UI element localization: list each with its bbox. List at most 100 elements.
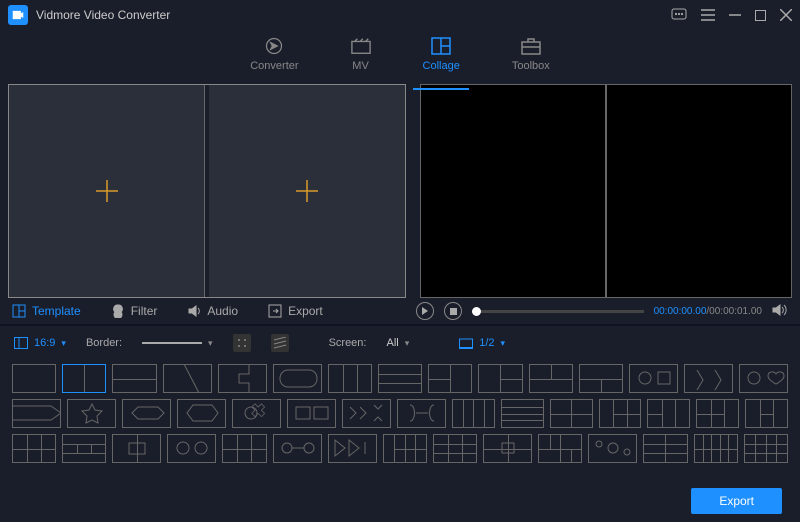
template-item[interactable] xyxy=(647,399,690,428)
option-label: Template xyxy=(32,304,81,318)
template-item[interactable] xyxy=(694,434,738,463)
border-width-select[interactable]: ▾ xyxy=(142,338,213,349)
tab-toolbox[interactable]: Toolbox xyxy=(512,36,550,72)
template-item[interactable] xyxy=(12,434,56,463)
add-media-slot-1[interactable] xyxy=(9,85,205,297)
template-item[interactable] xyxy=(433,434,477,463)
template-item[interactable] xyxy=(232,399,281,428)
template-item[interactable] xyxy=(579,364,623,393)
chevron-down-icon: ▾ xyxy=(501,338,506,349)
template-item[interactable] xyxy=(629,364,678,393)
chevron-down-icon: ▾ xyxy=(405,338,410,349)
template-item[interactable] xyxy=(478,364,522,393)
template-item[interactable] xyxy=(744,434,788,463)
template-item[interactable] xyxy=(112,364,156,393)
border-label: Border: xyxy=(86,337,122,349)
template-item[interactable] xyxy=(529,364,573,393)
template-item[interactable] xyxy=(62,434,106,463)
template-item[interactable] xyxy=(287,399,336,428)
template-item[interactable] xyxy=(62,364,106,393)
template-item[interactable] xyxy=(599,399,642,428)
aspect-ratio-select[interactable]: 16:9 ▾ xyxy=(14,337,66,349)
template-item[interactable] xyxy=(643,434,687,463)
page-select[interactable]: 1/2 ▾ xyxy=(459,337,505,349)
template-item[interactable] xyxy=(67,399,116,428)
template-item[interactable] xyxy=(745,399,788,428)
screen-value: All xyxy=(386,337,398,349)
toolbox-icon xyxy=(521,36,541,56)
template-item[interactable] xyxy=(328,434,377,463)
template-item[interactable] xyxy=(550,399,593,428)
template-item[interactable] xyxy=(428,364,472,393)
border-color-button[interactable] xyxy=(233,334,251,352)
template-item[interactable] xyxy=(163,364,212,393)
template-item[interactable] xyxy=(483,434,532,463)
template-row xyxy=(12,364,788,393)
option-tab-audio[interactable]: Audio xyxy=(187,304,238,318)
tab-mv[interactable]: MV xyxy=(351,36,371,72)
option-tabs: Template Filter Audio Export 00:00:00.00… xyxy=(0,298,800,326)
time-current: 00:00:00.00 xyxy=(654,306,707,317)
template-item[interactable] xyxy=(538,434,582,463)
tab-collage[interactable]: Collage xyxy=(423,36,460,72)
template-item[interactable] xyxy=(739,364,788,393)
template-item[interactable] xyxy=(588,434,637,463)
template-item[interactable] xyxy=(328,364,372,393)
template-row xyxy=(12,399,788,428)
stop-button[interactable] xyxy=(444,302,462,320)
option-label: Filter xyxy=(131,304,158,318)
template-item[interactable] xyxy=(12,364,56,393)
tab-label: Converter xyxy=(250,60,298,72)
template-item[interactable] xyxy=(397,399,446,428)
option-tab-filter[interactable]: Filter xyxy=(111,304,158,318)
template-item[interactable] xyxy=(452,399,495,428)
window-controls xyxy=(671,8,792,22)
page-value: 1/2 xyxy=(479,337,494,349)
screen-select[interactable]: All ▾ xyxy=(386,337,409,349)
volume-icon[interactable] xyxy=(772,303,788,320)
footer: Export xyxy=(691,488,782,514)
option-tab-export[interactable]: Export xyxy=(268,304,323,318)
maximize-icon[interactable] xyxy=(755,10,766,21)
template-item[interactable] xyxy=(378,364,422,393)
tab-converter[interactable]: Converter xyxy=(250,36,298,72)
option-tab-template[interactable]: Template xyxy=(12,304,81,318)
time-total: /00:00:01.00 xyxy=(706,306,762,317)
template-item[interactable] xyxy=(383,434,427,463)
app-logo-icon xyxy=(8,5,28,25)
template-item[interactable] xyxy=(12,399,61,428)
minimize-icon[interactable] xyxy=(729,9,741,21)
option-label: Audio xyxy=(207,304,238,318)
template-item[interactable] xyxy=(112,434,161,463)
template-item[interactable] xyxy=(122,399,171,428)
converter-icon xyxy=(264,36,284,56)
template-item[interactable] xyxy=(501,399,544,428)
template-item[interactable] xyxy=(177,399,226,428)
tab-underline xyxy=(413,88,469,90)
preview-left xyxy=(420,84,606,298)
template-row xyxy=(12,434,788,463)
add-media-slot-2[interactable] xyxy=(209,85,405,297)
border-style-button[interactable] xyxy=(271,334,289,352)
app-title: Vidmore Video Converter xyxy=(36,8,671,22)
mv-icon xyxy=(351,36,371,56)
workspace xyxy=(0,84,800,298)
template-item[interactable] xyxy=(218,364,267,393)
template-item[interactable] xyxy=(273,434,322,463)
scrubber[interactable] xyxy=(472,310,644,313)
play-button[interactable] xyxy=(416,302,434,320)
template-item[interactable] xyxy=(696,399,739,428)
export-button[interactable]: Export xyxy=(691,488,782,514)
template-item[interactable] xyxy=(684,364,733,393)
option-label: Export xyxy=(288,304,323,318)
menu-icon[interactable] xyxy=(701,9,715,21)
tab-label: MV xyxy=(352,60,369,72)
feedback-icon[interactable] xyxy=(671,8,687,22)
template-item[interactable] xyxy=(342,399,391,428)
tab-label: Toolbox xyxy=(512,60,550,72)
template-item[interactable] xyxy=(167,434,216,463)
close-icon[interactable] xyxy=(780,9,792,21)
template-item[interactable] xyxy=(222,434,266,463)
scrubber-handle[interactable] xyxy=(472,307,481,316)
template-item[interactable] xyxy=(273,364,322,393)
